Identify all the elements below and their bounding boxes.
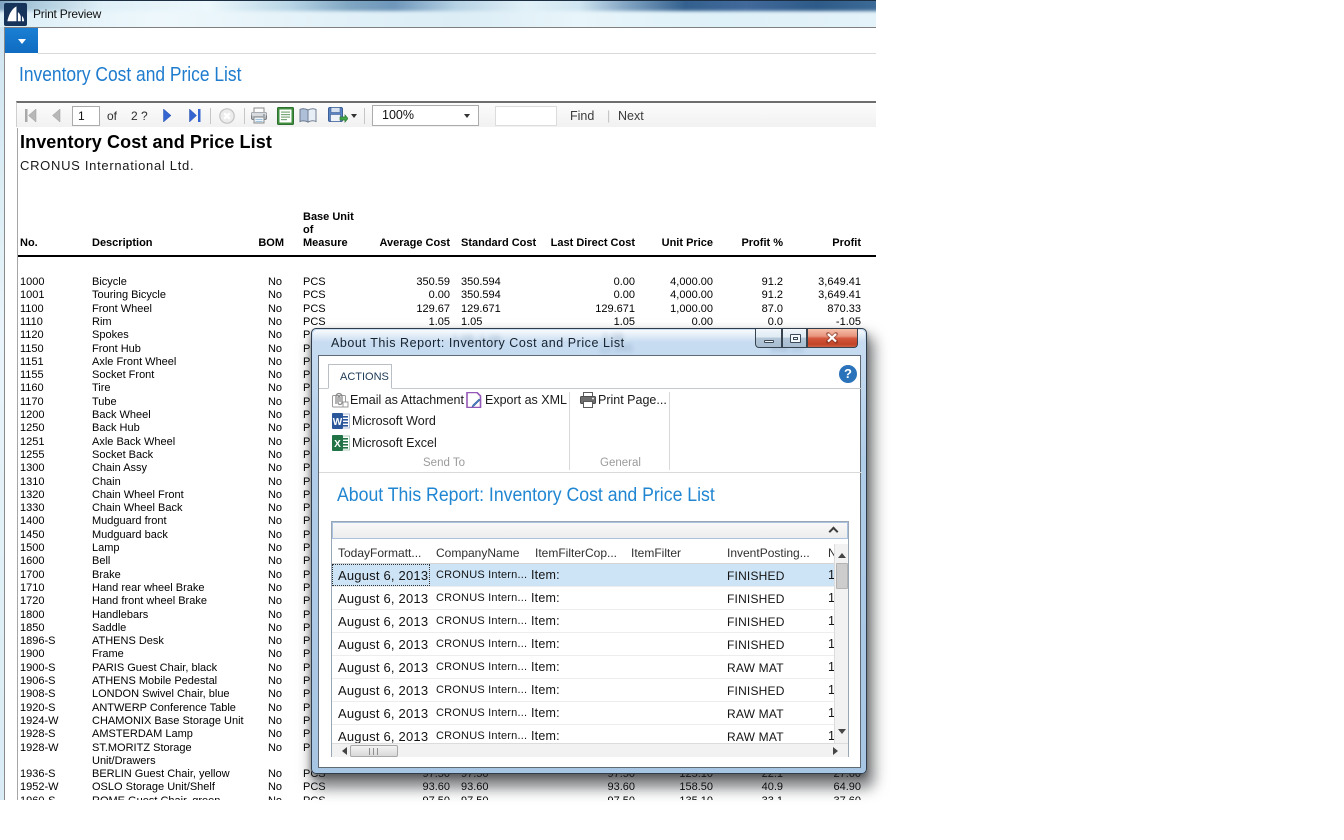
- svg-text:W: W: [333, 417, 343, 428]
- svg-text:X: X: [334, 439, 341, 450]
